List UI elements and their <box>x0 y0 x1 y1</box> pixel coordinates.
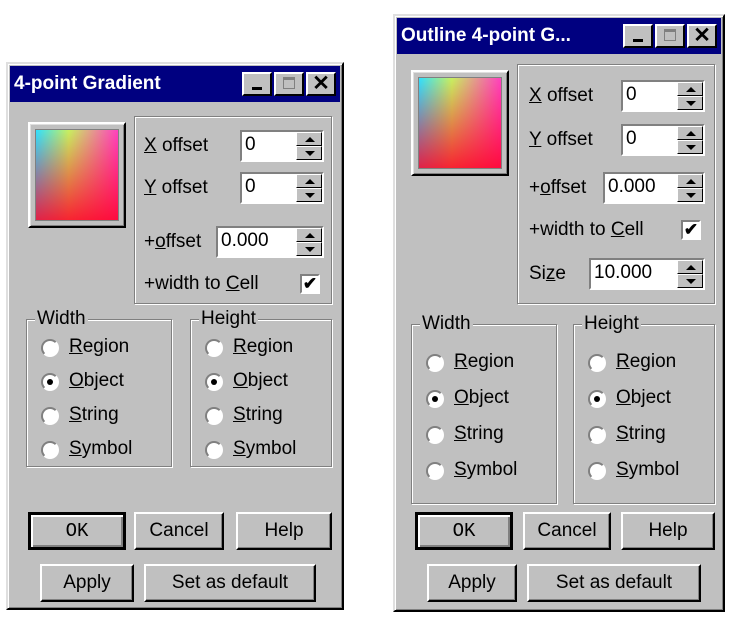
help-button[interactable]: Help <box>236 512 332 550</box>
radio-button[interactable] <box>41 441 59 459</box>
radio-button[interactable] <box>41 339 59 357</box>
size-down-arrow[interactable] <box>677 274 703 288</box>
close-button[interactable]: ✕ <box>306 72 336 96</box>
minimize-icon <box>252 87 262 90</box>
size-up-arrow[interactable] <box>677 260 703 274</box>
close-button[interactable]: ✕ <box>687 24 717 48</box>
width-group: Width Region Object String Symbol <box>411 313 557 504</box>
gradient-preview <box>418 77 502 169</box>
height-group-legend: Height <box>582 313 641 335</box>
width-to-cell-checkbox[interactable]: ✔ <box>300 274 320 294</box>
x-offset-spinner[interactable]: 0 <box>621 80 705 112</box>
minimize-button[interactable] <box>623 24 653 48</box>
cancel-button[interactable]: Cancel <box>134 512 224 550</box>
dialog-outline-4-point-gradient: Outline 4-point G... ✕ X offset 0 Y offs… <box>393 14 725 612</box>
minimize-icon <box>633 39 643 42</box>
width-to-cell-label: +width to Cell <box>529 219 644 240</box>
y-offset-down-arrow[interactable] <box>677 140 703 154</box>
radio-button-selected[interactable] <box>426 390 444 408</box>
size-label: Size <box>529 263 566 284</box>
plus-offset-label: +offset <box>529 177 587 198</box>
x-offset-label: X offset <box>529 85 594 106</box>
plus-offset-label: +offset <box>144 231 202 252</box>
radio-button[interactable] <box>426 354 444 372</box>
x-offset-value[interactable]: 0 <box>245 134 256 156</box>
minimize-button[interactable] <box>242 72 272 96</box>
height-group-legend: Height <box>199 308 258 330</box>
radio-button-selected[interactable] <box>588 390 606 408</box>
y-offset-value[interactable]: 0 <box>245 176 256 198</box>
gradient-preview-swatch[interactable] <box>28 122 126 228</box>
close-icon: ✕ <box>693 24 711 47</box>
x-offset-up-arrow[interactable] <box>296 132 322 146</box>
radio-button[interactable] <box>588 426 606 444</box>
plus-offset-up-arrow[interactable] <box>677 174 703 188</box>
plus-offset-down-arrow[interactable] <box>677 188 703 202</box>
radio-button-selected[interactable] <box>41 373 59 391</box>
y-offset-spinner[interactable]: 0 <box>621 124 705 156</box>
gradient-preview <box>35 129 119 221</box>
x-offset-spinner[interactable]: 0 <box>240 130 324 162</box>
title-bar[interactable]: 4-point Gradient ✕ <box>10 66 340 102</box>
x-offset-down-arrow[interactable] <box>677 96 703 110</box>
radio-button[interactable] <box>426 462 444 480</box>
ok-button[interactable]: OK <box>415 512 513 550</box>
help-button[interactable]: Help <box>621 512 715 550</box>
width-group: Width Region Object String Symbol <box>26 308 172 467</box>
x-offset-up-arrow[interactable] <box>677 82 703 96</box>
plus-offset-down-arrow[interactable] <box>296 242 322 256</box>
dialog-title: Outline 4-point G... <box>401 25 571 46</box>
y-offset-label: Y offset <box>529 129 593 150</box>
maximize-icon <box>664 29 676 41</box>
close-icon: ✕ <box>312 72 330 95</box>
y-offset-up-arrow[interactable] <box>677 126 703 140</box>
y-offset-down-arrow[interactable] <box>296 188 322 202</box>
maximize-button[interactable] <box>655 24 685 48</box>
height-group: Height Region Object String Symbol <box>573 313 715 504</box>
dialog-title: 4-point Gradient <box>14 73 161 94</box>
width-to-cell-label: +width to Cell <box>144 273 259 294</box>
x-offset-value[interactable]: 0 <box>626 84 637 106</box>
plus-offset-up-arrow[interactable] <box>296 228 322 242</box>
ok-button[interactable]: OK <box>28 512 126 550</box>
radio-button[interactable] <box>426 426 444 444</box>
x-offset-down-arrow[interactable] <box>296 146 322 160</box>
radio-button[interactable] <box>205 339 223 357</box>
radio-button[interactable] <box>205 407 223 425</box>
apply-button[interactable]: Apply <box>427 564 517 602</box>
radio-button[interactable] <box>41 407 59 425</box>
plus-offset-spinner[interactable]: 0.000 <box>603 172 705 204</box>
radio-button[interactable] <box>588 462 606 480</box>
dialog-4-point-gradient: 4-point Gradient ✕ X offset 0 Y offset 0… <box>6 62 344 610</box>
height-group: Height Region Object String Symbol <box>190 308 332 467</box>
plus-offset-spinner[interactable]: 0.000 <box>216 226 324 258</box>
set-as-default-button[interactable]: Set as default <box>144 564 316 602</box>
radio-button-selected[interactable] <box>205 373 223 391</box>
plus-offset-value[interactable]: 0.000 <box>608 176 656 198</box>
plus-offset-value[interactable]: 0.000 <box>221 230 269 252</box>
maximize-icon <box>283 77 295 89</box>
x-offset-label: X offset <box>144 135 209 156</box>
y-offset-value[interactable]: 0 <box>626 128 637 150</box>
size-spinner[interactable]: 10.000 <box>589 258 705 290</box>
y-offset-label: Y offset <box>144 177 208 198</box>
gradient-preview-swatch[interactable] <box>411 70 509 176</box>
apply-button[interactable]: Apply <box>40 564 134 602</box>
title-bar[interactable]: Outline 4-point G... ✕ <box>397 18 721 54</box>
width-to-cell-checkbox[interactable]: ✔ <box>681 220 701 240</box>
radio-button[interactable] <box>205 441 223 459</box>
set-as-default-button[interactable]: Set as default <box>527 564 701 602</box>
cancel-button[interactable]: Cancel <box>523 512 611 550</box>
y-offset-up-arrow[interactable] <box>296 174 322 188</box>
width-group-legend: Width <box>35 308 88 330</box>
size-value[interactable]: 10.000 <box>594 262 652 284</box>
width-group-legend: Width <box>420 313 473 335</box>
maximize-button[interactable] <box>274 72 304 96</box>
y-offset-spinner[interactable]: 0 <box>240 172 324 204</box>
radio-button[interactable] <box>588 354 606 372</box>
